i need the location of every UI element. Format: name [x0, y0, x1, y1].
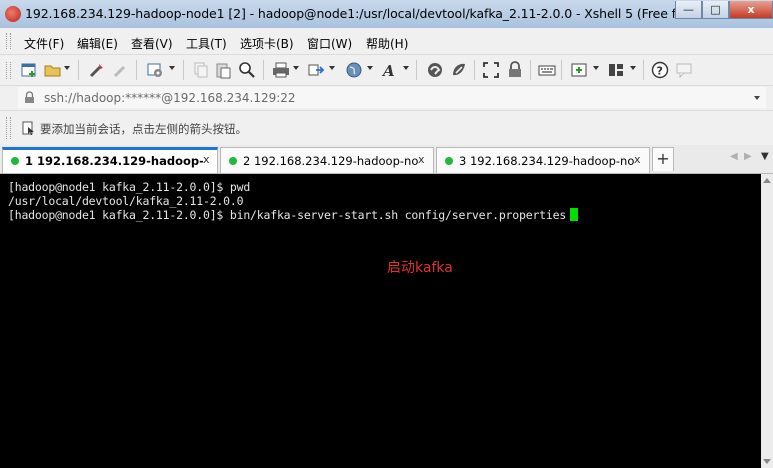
new-tab-icon[interactable] — [570, 61, 588, 79]
chevron-down-icon[interactable] — [593, 66, 599, 70]
tab-session-1-label: 1 192.168.234.129-hadoop-n... — [25, 154, 203, 168]
open-folder-icon[interactable] — [44, 61, 62, 79]
svg-text:A: A — [381, 62, 395, 79]
lock-icon — [25, 91, 34, 103]
properties-icon[interactable] — [146, 61, 164, 79]
session-hint-text: 要添加当前会话，点击左侧的箭头按钮。 — [40, 122, 247, 136]
menubar-grip — [6, 33, 11, 49]
tab-session-1[interactable]: 1 192.168.234.129-hadoop-n... x — [2, 147, 218, 173]
menu-tabs[interactable]: 选项卡(B) — [240, 35, 294, 52]
chevron-down-icon[interactable] — [64, 66, 70, 70]
chevron-down-icon[interactable] — [367, 66, 373, 70]
menu-help[interactable]: 帮助(H) — [366, 35, 408, 52]
disconnect-icon[interactable] — [112, 61, 130, 79]
terminal-cursor — [570, 208, 579, 221]
reconnect-icon[interactable] — [88, 61, 106, 79]
toolbar-grip — [6, 62, 11, 79]
hintbar-grip — [6, 117, 11, 139]
address-field-box[interactable]: ssh://hadoop:******@192.168.234.129:22 — [18, 87, 766, 108]
tab-session-3[interactable]: 3 192.168.234.129-hadoop-no... x — [436, 147, 650, 173]
scroll-down-icon[interactable] — [763, 459, 771, 464]
keyboard-icon[interactable] — [538, 61, 556, 79]
terminal-line-current: [hadoop@node1 kafka_2.11-2.0.0]$ bin/kaf… — [8, 208, 579, 222]
chevron-down-icon[interactable] — [754, 96, 760, 100]
toolbar-separator — [530, 60, 531, 80]
menu-bar: 文件(F) 编辑(E) 查看(V) 工具(T) 选项卡(B) 窗口(W) 帮助(… — [0, 28, 773, 55]
terminal-area[interactable]: [hadoop@node1 kafka_2.11-2.0.0]$ pwd /us… — [0, 174, 761, 468]
chevron-down-icon[interactable] — [403, 66, 409, 70]
session-status-dot — [229, 157, 237, 165]
tab-session-3-label: 3 192.168.234.129-hadoop-no... — [459, 154, 635, 168]
terminal-line: /usr/local/devtool/kafka_2.11-2.0.0 — [8, 194, 244, 208]
menu-file[interactable]: 文件(F) — [24, 35, 64, 52]
terminal-scrollbar[interactable] — [761, 174, 773, 468]
close-tab-icon[interactable]: x — [634, 153, 641, 166]
chevron-down-icon[interactable] — [329, 66, 335, 70]
lock-icon[interactable] — [506, 61, 524, 79]
menu-edit[interactable]: 编辑(E) — [77, 35, 118, 52]
fullscreen-icon[interactable] — [482, 61, 500, 79]
tab-list-chevron-icon[interactable]: ▼ — [761, 151, 769, 162]
toolbar: A ? — [0, 55, 773, 86]
find-icon[interactable] — [238, 61, 256, 79]
tab-session-2[interactable]: 2 192.168.234.129-hadoop-no... x — [220, 147, 434, 173]
toolbar-separator — [183, 60, 184, 80]
menu-tools[interactable]: 工具(T) — [186, 35, 227, 52]
close-tab-icon[interactable]: x — [418, 153, 425, 166]
add-session-arrow-icon[interactable] — [22, 121, 36, 136]
toolbar-separator — [643, 60, 644, 80]
print-icon[interactable] — [272, 61, 290, 79]
new-tab-button[interactable]: + — [652, 147, 674, 171]
xshell-app-icon[interactable] — [5, 6, 21, 22]
session-tab-bar: 1 192.168.234.129-hadoop-n... x 2 192.16… — [0, 145, 773, 174]
layout-icon[interactable] — [607, 61, 625, 79]
close-tab-icon[interactable]: x — [203, 153, 210, 166]
session-hint-bar: 要添加当前会话，点击左侧的箭头按钮。 — [0, 111, 773, 146]
new-session-icon[interactable] — [20, 61, 38, 79]
font-icon[interactable]: A — [381, 61, 399, 79]
window-title: 192.168.234.129-hadoop-node1 [2] - hadoo… — [25, 6, 675, 21]
terminal-command-text: [hadoop@node1 kafka_2.11-2.0.0]$ bin/kaf… — [8, 208, 567, 222]
toolbar-separator — [136, 60, 137, 80]
chat-icon[interactable] — [675, 61, 693, 79]
toolbar-separator — [78, 60, 79, 80]
chevron-down-icon[interactable] — [630, 66, 636, 70]
session-status-dot — [445, 157, 453, 165]
tab-scroll-left-icon[interactable]: ◀ — [730, 151, 738, 162]
toolbar-separator — [474, 60, 475, 80]
transfer-icon[interactable] — [307, 61, 325, 79]
tab-scroll-right-icon[interactable]: ▶ — [744, 151, 752, 162]
address-input[interactable]: ssh://hadoop:******@192.168.234.129:22 — [44, 91, 296, 105]
toolbar-separator — [416, 60, 417, 80]
address-bar: ssh://hadoop:******@192.168.234.129:22 — [0, 86, 773, 111]
menu-view[interactable]: 查看(V) — [131, 35, 173, 52]
toolbar-separator — [561, 60, 562, 80]
close-button[interactable]: x — [729, 1, 773, 19]
help-icon[interactable]: ? — [651, 61, 669, 79]
maximize-button[interactable]: □ — [702, 1, 729, 19]
copy-icon[interactable] — [192, 61, 210, 79]
xmanager-icon[interactable] — [450, 61, 468, 79]
menu-window[interactable]: 窗口(W) — [307, 35, 352, 52]
svg-text:?: ? — [657, 65, 663, 78]
xftp-icon[interactable] — [426, 61, 444, 79]
tab-session-2-label: 2 192.168.234.129-hadoop-no... — [243, 154, 419, 168]
scroll-up-icon[interactable] — [763, 178, 771, 183]
session-status-dot — [11, 157, 19, 165]
chevron-down-icon[interactable] — [169, 66, 175, 70]
terminal-line: [hadoop@node1 kafka_2.11-2.0.0]$ pwd — [8, 180, 251, 194]
chevron-down-icon[interactable] — [293, 66, 299, 70]
annotation-label: 启动kafka — [387, 260, 453, 276]
paste-icon[interactable] — [214, 61, 232, 79]
title-bar[interactable]: 192.168.234.129-hadoop-node1 [2] - hadoo… — [0, 0, 773, 28]
toolbar-separator — [263, 60, 264, 80]
minimize-button[interactable]: — — [675, 1, 702, 19]
globe-icon[interactable] — [345, 61, 363, 79]
